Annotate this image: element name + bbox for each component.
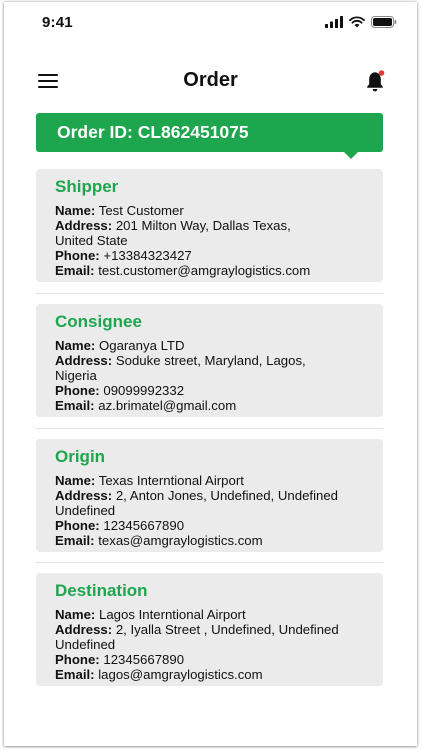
- consignee-card: Consignee Name: Ogaranya LTD Address: So…: [36, 304, 383, 417]
- destination-phone-row: Phone: 12345667890: [55, 652, 373, 667]
- consignee-address-line2: Nigeria: [55, 368, 97, 383]
- shipper-card: Shipper Name: Test Customer Address: 201…: [36, 169, 383, 282]
- origin-title: Origin: [55, 447, 106, 466]
- address-label: Address:: [55, 488, 113, 503]
- order-id-banner: Order ID: CL862451075: [36, 113, 383, 152]
- origin-address-line1: 2, Anton Jones, Undefined, Undefined: [115, 488, 338, 503]
- destination-phone: 12345667890: [103, 652, 185, 667]
- shipper-phone: +13384323427: [103, 248, 192, 263]
- consignee-email: az.brimatel@gmail.com: [98, 398, 237, 413]
- shipper-email: test.customer@amgraylogistics.com: [98, 263, 311, 278]
- destination-card: Destination Name: Lagos Interntional Air…: [36, 573, 383, 686]
- destination-title: Destination: [55, 581, 148, 600]
- phone-label: Phone:: [55, 652, 100, 667]
- shipper-address-line2: United State: [55, 233, 128, 248]
- shipper-title: Shipper: [55, 177, 119, 196]
- divider: [36, 428, 383, 429]
- email-label: Email:: [55, 533, 95, 548]
- consignee-name-row: Name: Ogaranya LTD: [55, 338, 373, 353]
- destination-address-row: Address: 2, Iyalla Street , Undefined, U…: [55, 622, 373, 637]
- name-label: Name:: [55, 607, 96, 622]
- divider: [36, 562, 383, 563]
- origin-address-line2: Undefined: [55, 503, 116, 518]
- shipper-name: Test Customer: [98, 203, 184, 218]
- origin-phone-row: Phone: 12345667890: [55, 518, 373, 533]
- divider: [36, 293, 383, 294]
- origin-name: Texas Interntional Airport: [98, 473, 244, 488]
- phone-label: Phone:: [55, 383, 100, 398]
- consignee-address-line1: Soduke street, Maryland, Lagos,: [115, 353, 306, 368]
- phone-label: Phone:: [55, 518, 100, 533]
- name-label: Name:: [55, 338, 96, 353]
- email-label: Email:: [55, 667, 95, 682]
- destination-address-line1: 2, Iyalla Street , Undefined, Undefined: [115, 622, 339, 637]
- origin-name-row: Name: Texas Interntional Airport: [55, 473, 373, 488]
- battery-icon: [371, 16, 397, 28]
- origin-email-row: Email: texas@amgraylogistics.com: [55, 533, 373, 548]
- name-label: Name:: [55, 473, 96, 488]
- consignee-phone: 09099992332: [103, 383, 185, 398]
- status-bar: 9:41: [4, 2, 417, 42]
- address-label: Address:: [55, 353, 113, 368]
- phone-label: Phone:: [55, 248, 100, 263]
- destination-email: lagos@amgraylogistics.com: [98, 667, 263, 682]
- destination-email-row: Email: lagos@amgraylogistics.com: [55, 667, 373, 682]
- email-label: Email:: [55, 398, 95, 413]
- origin-card: Origin Name: Texas Interntional Airport …: [36, 439, 383, 552]
- signal-icon: [325, 16, 343, 28]
- destination-name-row: Name: Lagos Interntional Airport: [55, 607, 373, 622]
- destination-name: Lagos Interntional Airport: [98, 607, 246, 622]
- destination-address-line2: Undefined: [55, 637, 116, 652]
- notification-badge: [378, 70, 385, 76]
- origin-address-row: Address: 2, Anton Jones, Undefined, Unde…: [55, 488, 373, 503]
- address-label: Address:: [55, 218, 113, 233]
- shipper-email-row: Email: test.customer@amgraylogistics.com: [55, 263, 373, 278]
- shipper-address-row: Address: 201 Milton Way, Dallas Texas,: [55, 218, 373, 233]
- consignee-email-row: Email: az.brimatel@gmail.com: [55, 398, 373, 413]
- origin-email: texas@amgraylogistics.com: [98, 533, 263, 548]
- status-icons: [325, 14, 397, 30]
- shipper-address-line1: 201 Milton Way, Dallas Texas,: [115, 218, 291, 233]
- consignee-title: Consignee: [55, 312, 142, 331]
- shipper-name-row: Name: Test Customer: [55, 203, 373, 218]
- wifi-icon: [349, 16, 365, 28]
- status-time: 9:41: [42, 14, 73, 31]
- header: Order: [4, 64, 417, 100]
- bell-icon[interactable]: [365, 69, 387, 93]
- address-label: Address:: [55, 622, 113, 637]
- origin-phone: 12345667890: [103, 518, 185, 533]
- name-label: Name:: [55, 203, 96, 218]
- page-title: Order: [183, 69, 238, 91]
- email-label: Email:: [55, 263, 95, 278]
- phone-screen: 9:41 Order Order ID: CL862451075 Shipper…: [4, 2, 417, 746]
- consignee-address-row: Address: Soduke street, Maryland, Lagos,: [55, 353, 373, 368]
- consignee-phone-row: Phone: 09099992332: [55, 383, 373, 398]
- consignee-name: Ogaranya LTD: [98, 338, 185, 353]
- shipper-phone-row: Phone: +13384323427: [55, 248, 373, 263]
- order-id-pointer: [344, 152, 358, 159]
